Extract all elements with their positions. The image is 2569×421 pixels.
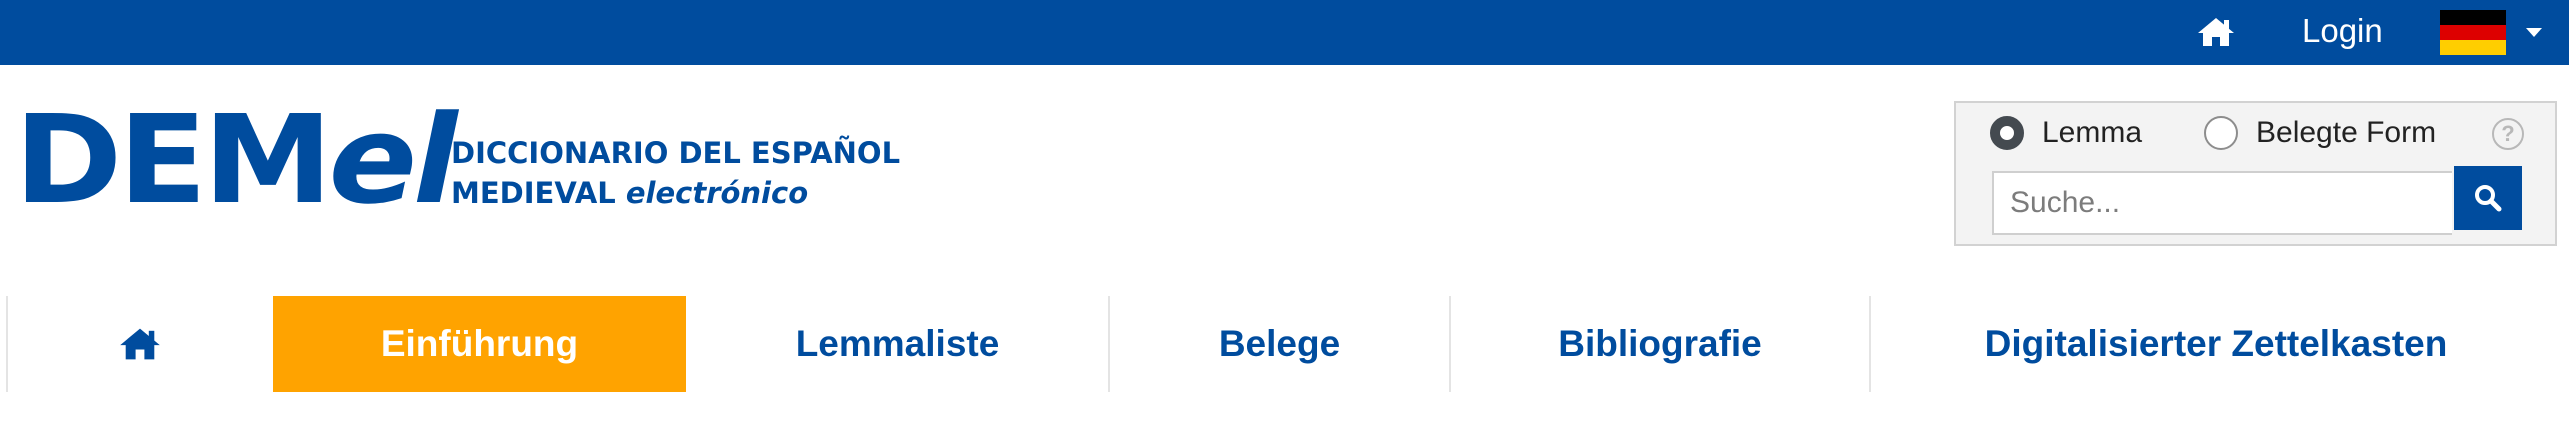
login-link[interactable]: Login xyxy=(2302,0,2383,65)
search-button[interactable] xyxy=(2454,166,2522,230)
search-icon xyxy=(2475,185,2502,212)
radio-dot xyxy=(2000,126,2014,140)
flag-stripe-gold xyxy=(2440,39,2506,55)
subtitle-line-2: MEDIEVAL electrónico xyxy=(451,173,900,213)
flag-stripe-black xyxy=(2440,9,2506,25)
top-bar: Login xyxy=(0,0,2569,65)
search-input[interactable] xyxy=(1992,171,2452,235)
radio-belegte-form[interactable]: Belegte Form xyxy=(2204,116,2436,150)
subtitle-italic: electrónico xyxy=(625,176,809,210)
radio-belegte-form-label: Belegte Form xyxy=(2256,116,2437,149)
home-icon xyxy=(120,328,160,360)
radio-lemma-label: Lemma xyxy=(2042,116,2143,149)
main-navigation: Einführung Lemmaliste Belege Bibliografi… xyxy=(0,296,2569,392)
nav-home[interactable] xyxy=(8,296,272,392)
nav-belege[interactable]: Belege xyxy=(1110,296,1449,392)
logo-main: DEM xyxy=(14,89,333,231)
radio-lemma[interactable]: Lemma xyxy=(1990,116,2142,150)
logo-italic: el xyxy=(328,89,458,231)
subtitle-line-1: DICCIONARIO DEL ESPAÑOL xyxy=(451,136,901,170)
nav-bibliografie[interactable]: Bibliografie xyxy=(1451,296,1869,392)
nav-lemmaliste[interactable]: Lemmaliste xyxy=(687,296,1108,392)
radio-button-checked[interactable] xyxy=(1990,116,2024,150)
site-logo[interactable]: DEMel xyxy=(14,95,458,225)
site-subtitle: DICCIONARIO DEL ESPAÑOL MEDIEVAL electró… xyxy=(451,133,900,213)
chevron-down-icon xyxy=(2526,27,2542,37)
home-icon xyxy=(2198,18,2234,46)
radio-button-unchecked[interactable] xyxy=(2204,116,2238,150)
flag-stripe-red xyxy=(2440,24,2506,40)
subtitle-plain: MEDIEVAL xyxy=(451,176,616,210)
language-selector[interactable] xyxy=(2440,8,2560,56)
top-home-button[interactable] xyxy=(2194,12,2238,52)
german-flag-icon xyxy=(2440,9,2506,55)
nav-zettelkasten[interactable]: Digitalisierter Zettelkasten xyxy=(1871,296,2561,392)
nav-einfuehrung[interactable]: Einführung xyxy=(273,296,686,392)
help-icon[interactable]: ? xyxy=(2492,118,2524,150)
